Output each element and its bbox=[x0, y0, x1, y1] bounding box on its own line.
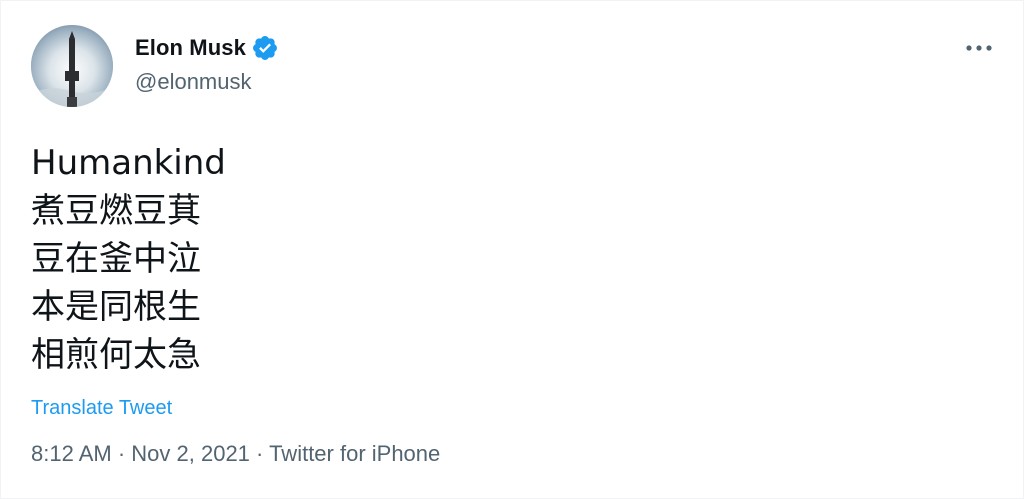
meta-separator: · bbox=[249, 441, 270, 466]
tweet-source: Twitter for iPhone bbox=[269, 441, 441, 466]
display-name[interactable]: Elon Musk bbox=[135, 35, 246, 61]
tweet-text-line: 本是同根生 bbox=[31, 287, 201, 327]
tweet-time[interactable]: 8:12 AM bbox=[31, 441, 112, 466]
avatar-starship-image bbox=[31, 25, 113, 107]
tweet-body: Humankind 煮豆燃豆萁 豆在釜中泣 本是同根生 相煎何太急 Transl… bbox=[31, 139, 993, 420]
display-name-row: Elon Musk bbox=[135, 33, 279, 63]
tweet-header: Elon Musk @elonmusk bbox=[31, 25, 1003, 111]
translate-tweet-link[interactable]: Translate Tweet bbox=[31, 397, 172, 420]
tweet-text-line: 豆在釜中泣 bbox=[31, 239, 201, 279]
tweet-card: Elon Musk @elonmusk Humankind 煮豆燃豆萁 豆在釜中… bbox=[0, 0, 1024, 499]
tweet-metadata: 8:12 AM · Nov 2, 2021 · Twitter for iPho… bbox=[31, 441, 440, 467]
more-options-button[interactable] bbox=[959, 35, 999, 61]
tweet-text-line: 煮豆燃豆萁 bbox=[31, 191, 201, 231]
verified-badge-icon bbox=[251, 34, 279, 62]
tweet-text-line: 相煎何太急 bbox=[31, 335, 201, 375]
author-names: Elon Musk @elonmusk bbox=[135, 33, 279, 95]
author-handle[interactable]: @elonmusk bbox=[135, 69, 279, 95]
meta-separator: · bbox=[111, 441, 132, 466]
avatar[interactable] bbox=[31, 25, 113, 107]
more-horizontal-icon bbox=[966, 45, 992, 51]
tweet-text-line: Humankind bbox=[31, 143, 226, 183]
tweet-date[interactable]: Nov 2, 2021 bbox=[131, 441, 250, 466]
